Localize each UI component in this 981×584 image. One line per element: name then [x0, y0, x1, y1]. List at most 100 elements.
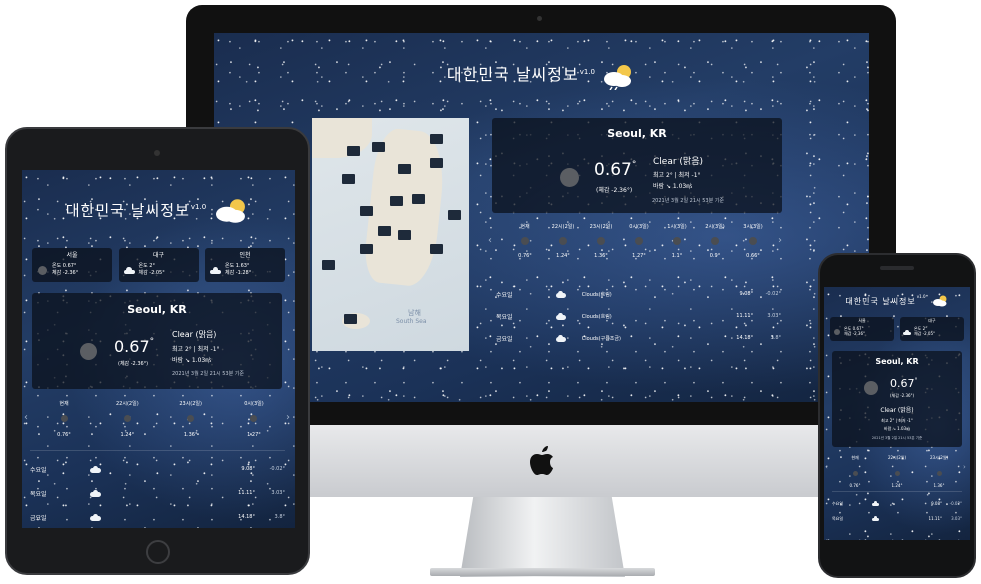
city-feel: -2.36° — [852, 331, 866, 336]
daily-max: 14.18° — [238, 514, 255, 520]
cloud-icon — [90, 513, 101, 521]
cloud-icon — [872, 516, 879, 521]
city-feel: -1.28° — [235, 270, 252, 276]
city-card[interactable]: 인천 온도 1.63° 체감 -1.28° — [205, 248, 285, 282]
ipad-hourly-prev-arrow[interactable]: ‹ — [24, 412, 28, 423]
hourly-label: 현재 — [59, 401, 69, 407]
ipad-hourly-next-arrow[interactable]: › — [286, 412, 290, 423]
daily-min: 3.8° — [770, 335, 781, 341]
phone-speaker — [880, 266, 914, 270]
city-now-label: 온도 — [225, 263, 235, 269]
hourly-label: 23시(2일) — [929, 455, 949, 460]
hourly-item: 23시(2일) 1.36° — [584, 223, 618, 259]
phone-hourly-prev-arrow[interactable]: ‹ — [825, 463, 828, 471]
daily-day: 금요일 — [496, 335, 513, 343]
daily-row: 금요일 Clouds(구름조금) 14.18° 3.8° — [496, 327, 781, 349]
daily-desc: Clouds(흐림) — [581, 313, 612, 320]
moon-icon — [38, 266, 47, 275]
ipad-app-header: 대한민국 날씨정보v1.0 — [22, 196, 295, 226]
hourly-prev-arrow[interactable]: ‹ — [488, 235, 492, 246]
daily-row: 수요일 9.08° -0.02° — [832, 496, 962, 511]
hourly-label: 3시(3일) — [743, 224, 763, 230]
city-name: 인천 — [239, 252, 251, 259]
city-card[interactable]: 대구 온도 2° 체감 -2.05° — [118, 248, 199, 282]
phone-hourly: ‹ › 현재 0.76° 22시(2일) 1.24° 23시(2일) 1.36° — [824, 455, 970, 488]
ipad-current-city: Seoul, KR — [127, 303, 187, 316]
current-minmax: 최고 2° | 최저 -1° — [653, 172, 701, 179]
phone-app-title: 대한민국 날씨정보 — [845, 297, 916, 306]
hourly-item: 22시(2일) 1.24° — [878, 455, 916, 488]
ipad-camera — [154, 150, 160, 156]
ipad-current-minmax: 최고 2° | 최저 -1° — [172, 346, 220, 353]
hourly-item: 1시(3일) 1.1° — [660, 223, 694, 259]
hourly-temp: 0.66° — [746, 253, 760, 259]
imac-screen: 대한민국 날씨정보v1.0 남해 South Sea Seoul, KR 0.6… — [214, 33, 869, 402]
phone-hourly-next-arrow[interactable]: › — [963, 463, 966, 471]
app-header: 대한민국 날씨정보v1.0 — [214, 61, 869, 90]
city-feel: -2.36° — [62, 270, 79, 276]
ipad-hourly: ‹ › 현재 0.76° 22시(2일) 1.24° 23시(2일) 1.36° — [22, 400, 295, 440]
daily-min: -0.02° — [269, 466, 285, 472]
app-title: 대한민국 날씨정보 — [446, 65, 579, 84]
ipad-weather-logo-icon — [211, 196, 251, 226]
daily-max: 11.11° — [928, 516, 942, 521]
current-temp: 0.67 — [594, 160, 632, 180]
hourly-item: 0시(3일) 1.27° — [622, 223, 656, 259]
weather-logo-icon — [600, 62, 636, 90]
current-condition: Clear (맑음) — [653, 157, 703, 167]
phone-current-deg: ° — [914, 377, 918, 384]
daily-row: 수요일 9.08° -0.02° — [30, 457, 285, 481]
hourly-label: 22시(2일) — [551, 224, 575, 230]
ipad-temp-wrap: 0.67° — [114, 337, 154, 356]
hourly-temp: 0.76° — [518, 253, 532, 259]
cloud-icon — [123, 267, 135, 274]
hourly-moon-icon — [60, 415, 68, 422]
hourly-temp: 1.36° — [183, 432, 198, 438]
ipad-current-condition: Clear (맑음) — [172, 330, 217, 339]
city-now: 1.63° — [235, 263, 250, 269]
ipad-city-strip: 서울 온도 0.67° 체감 -2.36° 대구 온도 2° 체감 -2.05°… — [32, 248, 285, 282]
ipad-daily: 수요일 9.08° -0.02° 목요일 11.11° 3.03° 금요일 14… — [30, 450, 285, 528]
cloud-icon — [555, 312, 566, 320]
ipad-app-title: 대한민국 날씨정보 — [65, 201, 190, 220]
korea-map[interactable]: 남해 South Sea — [312, 118, 469, 351]
city-card[interactable]: 서울 온도 0.67° 체감 -2.36° — [830, 317, 894, 341]
current-weather-card: Seoul, KR 0.67° (체감 -2.36°) Clear (맑음) 최… — [492, 118, 782, 213]
daily-row: 금요일 14.18° 3.8° — [30, 505, 285, 528]
hourly-label: 0시(3일) — [629, 224, 649, 230]
phone-screen: 대한민국 날씨정보v1.0 서울 온도 0.67° 체감 -2.36° 대구 온… — [824, 287, 970, 540]
daily-day: 수요일 — [30, 466, 47, 474]
hourly-item: 현재 0.76° — [836, 455, 874, 488]
city-now: 0.67° — [62, 263, 77, 269]
ipad-home-button[interactable] — [146, 540, 170, 564]
hourly-item: 22시(2일) 1.24° — [546, 223, 580, 259]
hourly-temp: 0.76° — [849, 483, 861, 488]
map-sea-label: 남해 — [408, 309, 421, 317]
hourly-moon-icon — [521, 237, 529, 245]
hourly-label: 현재 — [851, 455, 859, 460]
hourly-label: 2시(3일) — [705, 224, 725, 230]
city-feel: -2.05° — [922, 331, 936, 336]
current-city: Seoul, KR — [607, 127, 667, 140]
hourly-label: 22시(2일) — [116, 401, 139, 407]
phone-current-wind: 바람 ↘ 1.03㎧ — [883, 426, 911, 431]
moon-icon — [864, 381, 878, 395]
daily-min: 3.03° — [951, 516, 962, 521]
phone-current-timestamp: 2021년 3월 2일 21시 53분 기준 — [871, 436, 923, 440]
hourly-temp: 0.9° — [709, 253, 721, 259]
hourly-label: 0시(3일) — [244, 401, 264, 407]
map-sea-label-en: South Sea — [396, 318, 427, 325]
city-card[interactable]: 서울 온도 0.67° 체감 -2.36° — [32, 248, 112, 282]
phone-app-version: v1.0 — [916, 293, 926, 299]
hourly-moon-icon — [936, 471, 942, 476]
hourly-next-arrow[interactable]: › — [778, 235, 782, 246]
moon-icon — [80, 343, 97, 360]
city-now-label: 온도 — [138, 263, 148, 269]
city-card[interactable]: 대구 온도 2° 체감 -2.05° — [900, 317, 964, 341]
hourly-moon-icon — [187, 415, 195, 422]
daily-day: 목요일 — [30, 490, 47, 498]
hourly-moon-icon — [894, 471, 900, 476]
imac-stand — [460, 497, 625, 577]
moon-icon — [834, 329, 840, 335]
current-temp-deg: ° — [631, 160, 637, 170]
